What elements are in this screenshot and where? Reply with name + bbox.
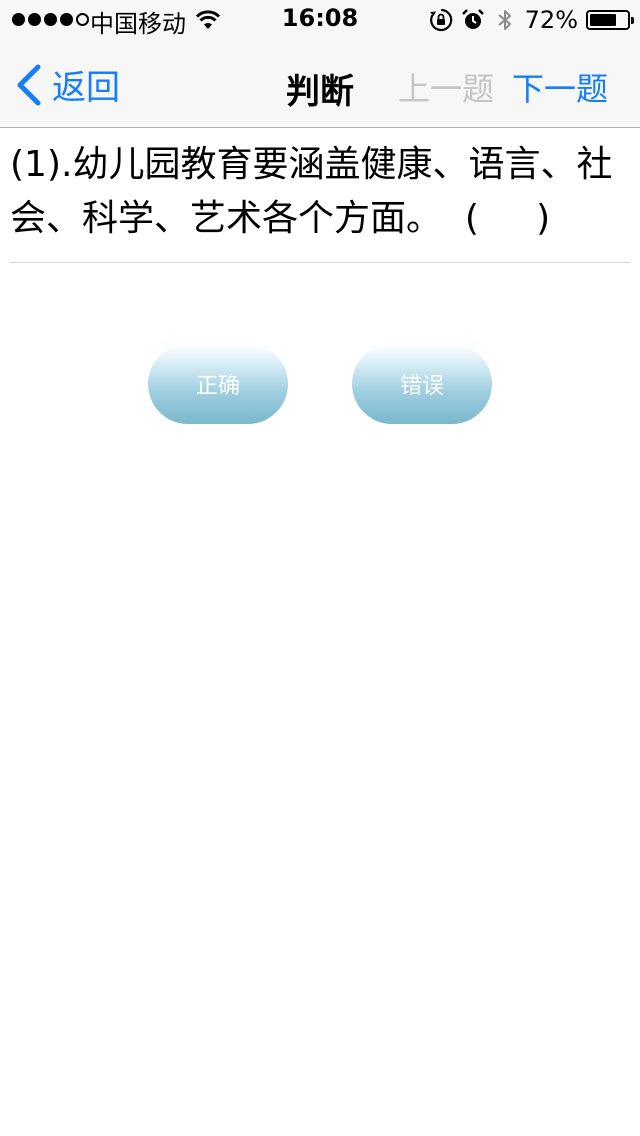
divider [10, 262, 630, 263]
answer-correct-button[interactable]: 正确 [148, 344, 288, 424]
previous-question-button[interactable]: 上一题 [398, 64, 494, 110]
battery-fill [590, 14, 616, 26]
battery-icon [586, 10, 634, 30]
orientation-lock-icon [429, 8, 452, 32]
bluetooth-icon [498, 10, 511, 30]
answer-wrong-button[interactable]: 错误 [352, 344, 492, 424]
status-bar: 中国移动 16:08 72% [0, 0, 640, 40]
screen: 中国移动 16:08 72% 返回 判断 上一题 下一题 (1).幼儿园教育要涵… [0, 0, 640, 1136]
navigation-bar: 返回 判断 上一题 下一题 [0, 40, 640, 128]
next-question-button[interactable]: 下一题 [512, 64, 608, 110]
question-text: (1).幼儿园教育要涵盖健康、语言、社会、科学、艺术各个方面。 ( ) [10, 144, 613, 239]
status-right-group: 72% [429, 4, 634, 36]
battery-percent: 72% [524, 6, 578, 34]
alarm-icon [461, 9, 484, 29]
